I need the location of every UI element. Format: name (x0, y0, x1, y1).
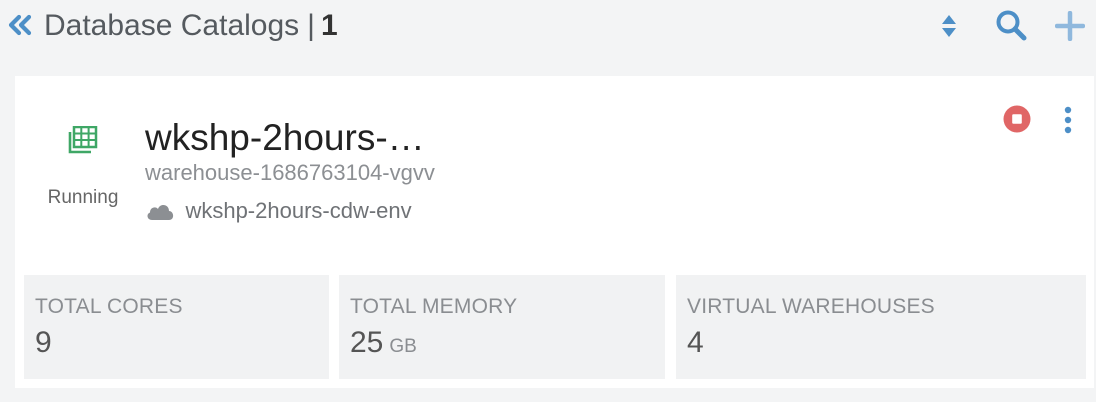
search-icon[interactable] (995, 9, 1027, 41)
metric-label: VIRTUAL WAREHOUSES (687, 295, 935, 318)
catalog-status: Running (41, 126, 125, 209)
catalog-count: 1 (320, 9, 338, 42)
metric-unit: GB (389, 336, 417, 357)
kebab-menu-icon[interactable] (1059, 105, 1077, 135)
stop-button[interactable] (1003, 105, 1031, 133)
metric-value: 25 GB (350, 326, 417, 360)
page-title: Database Catalogs | 1 (44, 6, 338, 46)
page-header: Database Catalogs | 1 (0, 0, 1096, 52)
metric-number: 4 (687, 326, 704, 359)
catalog-name[interactable]: wkshp-2hours-… (145, 116, 425, 160)
sort-icon[interactable] (940, 13, 958, 39)
double-chevron-left-icon[interactable] (6, 11, 34, 39)
metric-virtual-warehouses: VIRTUAL WAREHOUSES 4 (676, 275, 1086, 379)
database-catalog-card[interactable]: Running wkshp-2hours-… warehouse-1686763… (15, 76, 1094, 388)
warehouse-id: warehouse-1686763104-vgvv (145, 160, 435, 185)
plus-icon[interactable] (1055, 11, 1085, 41)
database-catalog-icon (68, 126, 98, 154)
metric-number: 9 (35, 326, 52, 359)
cloud-icon (147, 205, 174, 220)
metric-value: 4 (687, 326, 704, 360)
metric-label: TOTAL CORES (35, 295, 183, 318)
page-title-text: Database Catalogs (44, 9, 300, 42)
metric-total-memory: TOTAL MEMORY 25 GB (339, 275, 665, 379)
metric-label: TOTAL MEMORY (350, 295, 518, 318)
status-text: Running (47, 187, 119, 208)
environment-name: wkshp-2hours-cdw-env (185, 198, 412, 223)
metric-number: 25 (350, 326, 384, 359)
database-catalogs-page: Database Catalogs | 1 Running wkshp-2hours… (0, 0, 1096, 402)
metric-value: 9 (35, 326, 52, 360)
environment-row: wkshp-2hours-cdw-env (145, 198, 412, 224)
metric-total-cores: TOTAL CORES 9 (24, 275, 329, 379)
title-separator: | (307, 9, 315, 42)
